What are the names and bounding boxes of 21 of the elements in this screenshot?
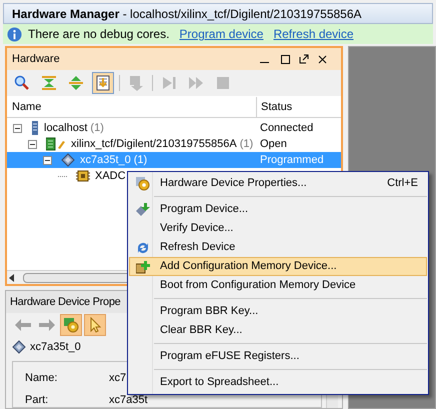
node-name: localhost xyxy=(44,120,88,136)
device-name: xc7a35t_0 xyxy=(30,340,81,355)
field-value: xc7 xyxy=(109,372,126,385)
node-name: xc7a35t_0 xyxy=(80,152,131,168)
window-path: - localhost/xilinx_tcf/Digilent/210319755856A xyxy=(122,6,362,23)
node-name: xilinx_tcf/Digilent/210319755856A xyxy=(71,136,237,152)
status-cell-text: Connected xyxy=(259,120,314,136)
node-count: (1) xyxy=(240,136,254,152)
window-title: Hardware Manager xyxy=(12,6,120,23)
status-cell-text: Open xyxy=(259,136,287,152)
shortcut-label: Ctrl+E xyxy=(387,176,418,192)
panel-title: Hardware xyxy=(12,52,61,67)
node-count: (1) xyxy=(134,152,148,168)
info-message: There are no debug cores. xyxy=(28,26,170,44)
panel-title: Hardware Device Prope xyxy=(10,294,120,310)
field-value: xc7a35t xyxy=(109,394,148,407)
field-label: Part: xyxy=(25,394,50,407)
field-label: Name: xyxy=(25,372,58,385)
node-count: (1) xyxy=(90,120,104,136)
node-name: XADC xyxy=(95,168,126,184)
status-cell-text: Programmed xyxy=(259,152,324,168)
